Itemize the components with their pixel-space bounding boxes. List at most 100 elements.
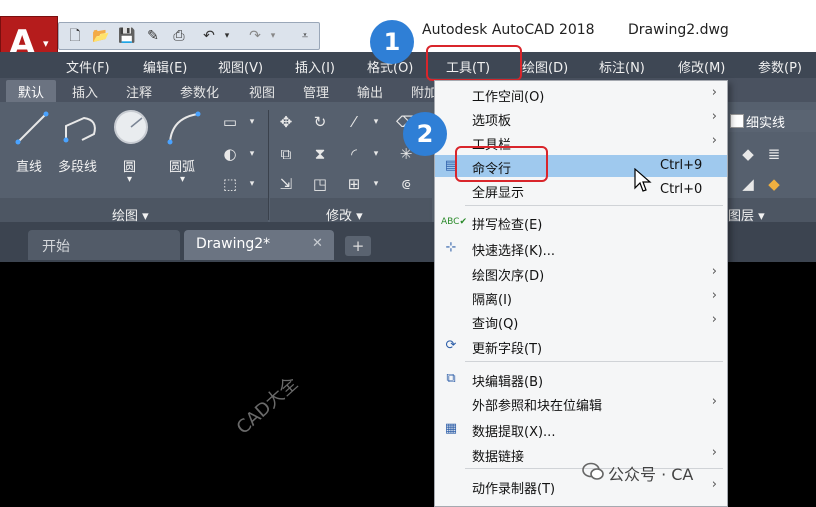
menu-dimension[interactable]: 标注(N)	[599, 57, 645, 76]
circle-tool-icon[interactable]	[112, 108, 150, 146]
line-tool-icon[interactable]	[14, 110, 50, 146]
menu-item-data-extraction[interactable]: ▦ 数据提取(X)...	[435, 418, 727, 440]
layer-lock-icon[interactable]: ◆	[764, 174, 784, 194]
circle-dropdown-icon[interactable]: ▾	[127, 174, 132, 185]
chevron-right-icon: ›	[711, 133, 717, 148]
polyline-tool-label[interactable]: 多段线	[58, 156, 97, 175]
menu-parametric[interactable]: 参数(P)	[758, 57, 802, 76]
menu-item-palettes[interactable]: 选项板 ›	[435, 107, 727, 129]
save-as-icon[interactable]: ✎	[143, 26, 163, 46]
chevron-right-icon: ›	[711, 264, 717, 279]
circle-tool-label[interactable]: 圆	[123, 156, 136, 175]
new-tab-button[interactable]: +	[345, 236, 371, 256]
arc-tool-icon[interactable]	[166, 110, 202, 146]
rectangle-tool-icon[interactable]: ▭	[220, 112, 240, 132]
rectangle-dropdown-icon[interactable]: ▾	[242, 112, 262, 132]
menu-item-workspaces[interactable]: 工作空间(O) ›	[435, 83, 727, 105]
chevron-right-icon: ›	[711, 288, 717, 303]
step-2-callout: 2	[403, 112, 447, 156]
polyline-tool-icon[interactable]	[62, 110, 102, 146]
region-dropdown-icon[interactable]: ▾	[242, 174, 262, 194]
data-extraction-icon: ▦	[444, 421, 458, 436]
layer-freeze-icon[interactable]: ◢	[738, 174, 758, 194]
undo-dropdown-icon[interactable]: ▾	[217, 26, 237, 46]
chevron-right-icon: ›	[711, 85, 717, 100]
tab-manage[interactable]: 管理	[303, 82, 329, 101]
offset-tool-icon[interactable]: ⟃	[396, 174, 416, 194]
menu-edit[interactable]: 编辑(E)	[143, 57, 187, 76]
trim-dropdown-icon[interactable]: ▾	[366, 112, 386, 132]
tab-annotate[interactable]: 注释	[126, 82, 152, 101]
chevron-right-icon: ›	[711, 477, 717, 492]
mouse-cursor-icon	[634, 168, 652, 192]
menu-item-draw-order[interactable]: 绘图次序(D) ›	[435, 262, 727, 284]
menu-file[interactable]: 文件(F)	[66, 57, 110, 76]
menu-item-clean-screen[interactable]: 全屏显示 Ctrl+0	[435, 179, 727, 201]
array-tool-icon[interactable]: ⊞	[344, 174, 364, 194]
step-1-callout: 1	[370, 20, 414, 64]
update-fields-icon: ⟳	[445, 338, 457, 353]
tools-dropdown-menu: 工作空间(O) › 选项板 › 工具栏 › ▤ 命令行 Ctrl+9 全屏显示 …	[434, 80, 728, 507]
chevron-right-icon: ›	[711, 394, 717, 409]
close-icon[interactable]: ✕	[312, 236, 323, 251]
wechat-account-label: 公众号 · CA	[608, 465, 694, 484]
chevron-right-icon: ›	[711, 445, 717, 460]
print-icon[interactable]: ⎙	[169, 26, 189, 46]
menu-view[interactable]: 视图(V)	[218, 57, 263, 76]
hatch-tool-icon[interactable]: ◐	[220, 144, 240, 164]
new-file-icon[interactable]: 🗋	[65, 26, 85, 46]
redo-dropdown-icon[interactable]: ▾	[263, 26, 283, 46]
line-tool-label[interactable]: 直线	[16, 156, 42, 175]
hatch-dropdown-icon[interactable]: ▾	[242, 144, 262, 164]
trim-tool-icon[interactable]: ⁄	[344, 112, 364, 132]
tab-parametric[interactable]: 参数化	[180, 82, 219, 101]
menu-separator	[465, 361, 723, 362]
tab-drawing2[interactable]: Drawing2* ✕	[184, 230, 334, 260]
copy-tool-icon[interactable]: ⧉	[276, 144, 296, 164]
arc-dropdown-icon[interactable]: ▾	[180, 174, 185, 185]
menu-insert[interactable]: 插入(I)	[295, 57, 335, 76]
menu-item-spelling[interactable]: ABC✔ 拼写检查(E)	[435, 211, 727, 233]
undo-icon[interactable]: ↶	[199, 26, 219, 46]
quick-select-icon: ⊹	[445, 240, 457, 255]
spell-check-icon: ABC✔	[441, 217, 467, 227]
tab-drawing-label: Drawing2*	[196, 236, 271, 252]
linetype-checkbox[interactable]	[730, 114, 744, 128]
shortcut-ctrl-9: Ctrl+9	[660, 158, 703, 173]
tab-start[interactable]: 开始	[28, 230, 180, 260]
layer-state-icon[interactable]: ◆	[738, 144, 758, 164]
stretch-tool-icon[interactable]: ⇲	[276, 174, 296, 194]
menu-item-inquiry[interactable]: 查询(Q) ›	[435, 310, 727, 332]
mirror-tool-icon[interactable]: ⧗	[310, 144, 330, 164]
tab-output[interactable]: 输出	[357, 82, 383, 101]
menu-item-isolate[interactable]: 隔离(I) ›	[435, 286, 727, 308]
command-line-highlight-frame	[455, 146, 548, 182]
layer-match-icon[interactable]: ≣	[764, 144, 784, 164]
rotate-tool-icon[interactable]: ↻	[310, 112, 330, 132]
chevron-right-icon: ›	[711, 312, 717, 327]
scale-tool-icon[interactable]: ◳	[310, 174, 330, 194]
open-folder-icon[interactable]: 📂	[91, 26, 111, 46]
tab-insert[interactable]: 插入	[72, 82, 98, 101]
shortcut-ctrl-0: Ctrl+0	[660, 182, 703, 197]
customize-toolbar-icon[interactable]: ⩡	[295, 26, 315, 46]
menu-item-update-fields[interactable]: ⟳ 更新字段(T)	[435, 335, 727, 357]
menu-item-block-editor[interactable]: ⧉ 块编辑器(B)	[435, 368, 727, 390]
menu-draw[interactable]: 绘图(D)	[522, 57, 568, 76]
tab-start-label: 开始	[42, 239, 70, 255]
redo-icon[interactable]: ↷	[245, 26, 265, 46]
menu-modify[interactable]: 修改(M)	[678, 57, 725, 76]
save-icon[interactable]: 💾	[117, 26, 137, 46]
tab-default[interactable]: 默认	[18, 82, 44, 101]
menu-item-xref-edit[interactable]: 外部参照和块在位编辑 ›	[435, 392, 727, 414]
arc-tool-label[interactable]: 圆弧	[169, 156, 195, 175]
menu-item-quick-select[interactable]: ⊹ 快速选择(K)...	[435, 237, 727, 259]
tools-menu-highlight-frame	[426, 45, 522, 81]
region-tool-icon[interactable]: ⬚	[220, 174, 240, 194]
move-tool-icon[interactable]: ✥	[276, 112, 296, 132]
fillet-dropdown-icon[interactable]: ▾	[366, 144, 386, 164]
array-dropdown-icon[interactable]: ▾	[366, 174, 386, 194]
fillet-tool-icon[interactable]: ◜	[344, 144, 364, 164]
wechat-icon	[582, 462, 604, 480]
tab-view[interactable]: 视图	[249, 82, 275, 101]
